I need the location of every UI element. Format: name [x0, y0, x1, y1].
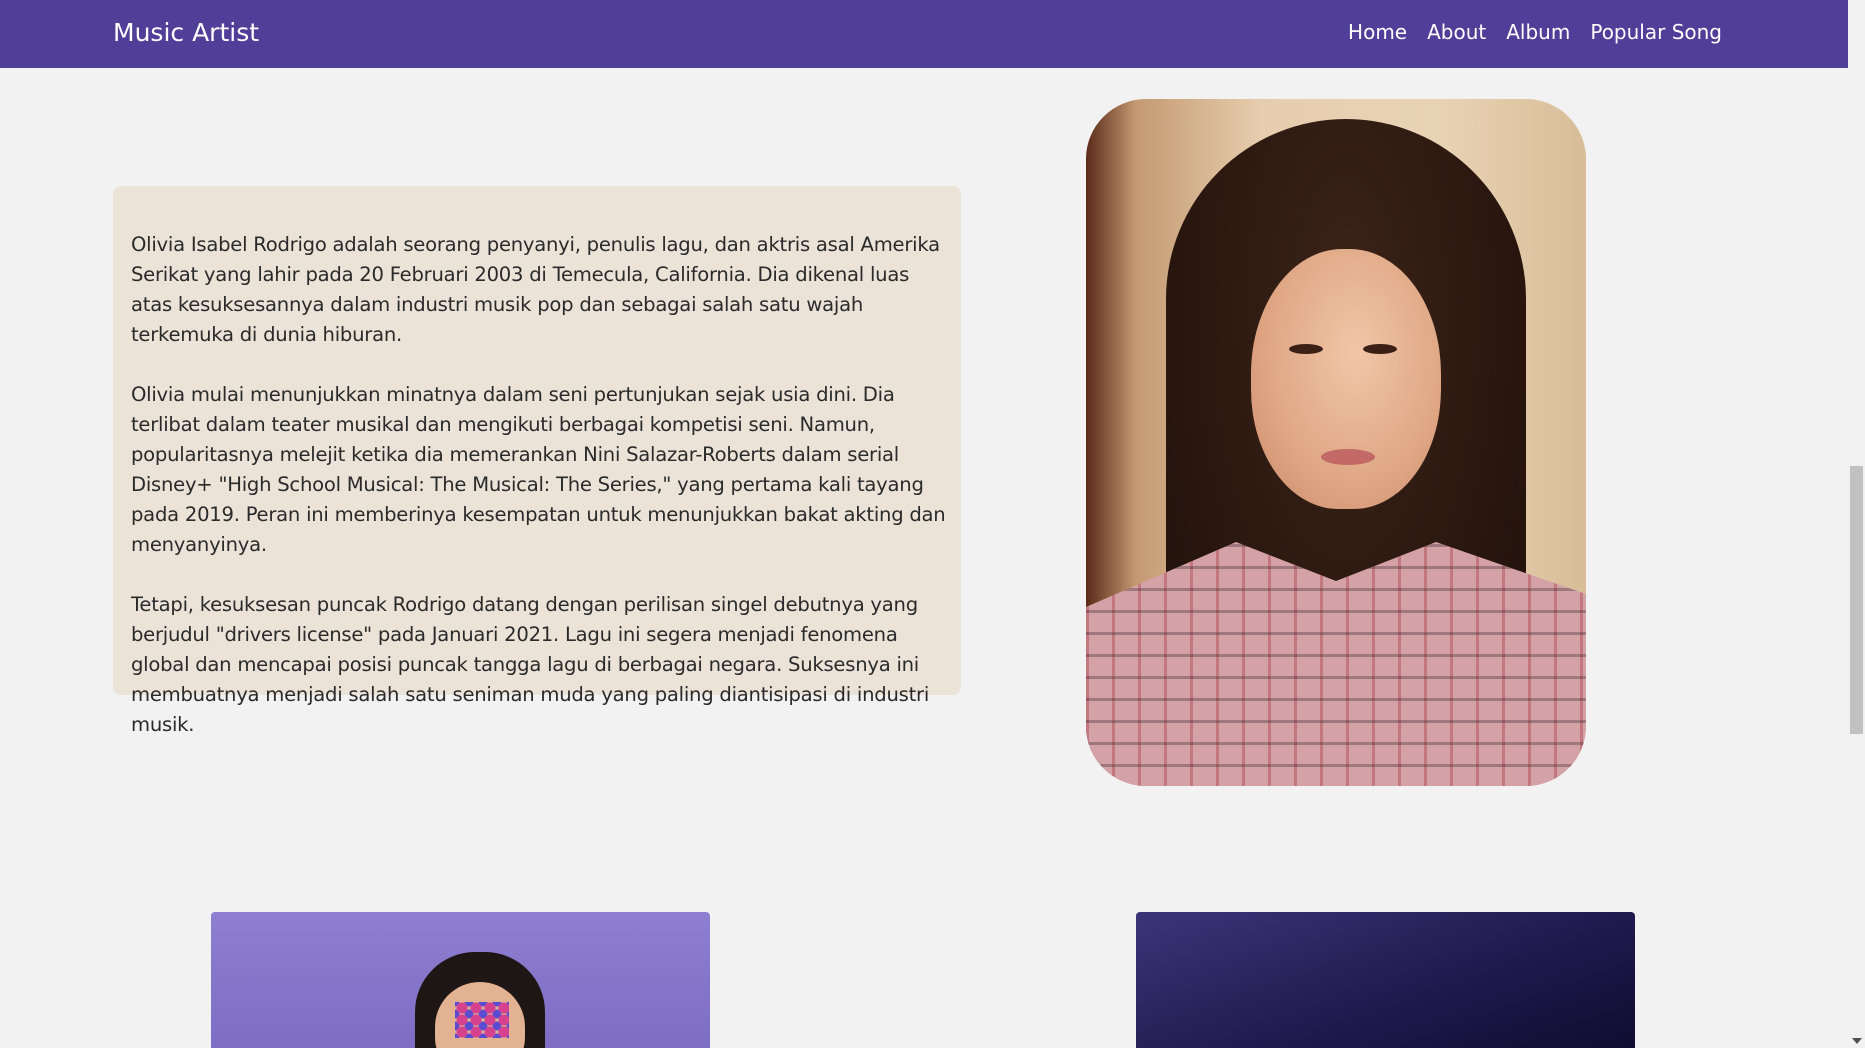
nav-link-popular-song[interactable]: Popular Song	[1590, 20, 1722, 44]
navbar: Music Artist Home About Album Popular So…	[0, 0, 1848, 68]
about-paragraph-1: Olivia Isabel Rodrigo adalah seorang pen…	[131, 233, 940, 346]
portrait-eye	[1363, 344, 1397, 354]
scroll-down-arrow-icon[interactable]	[1852, 1038, 1862, 1044]
nav-link-about[interactable]: About	[1427, 20, 1486, 44]
artist-portrait-image	[1086, 99, 1586, 786]
album-cover-face	[435, 982, 525, 1048]
about-text-card: Olivia Isabel Rodrigo adalah seorang pen…	[113, 186, 961, 736]
page-scrollbar[interactable]	[1848, 0, 1865, 1048]
portrait-face	[1251, 249, 1441, 509]
portrait-lips	[1321, 449, 1375, 465]
nav-links: Home About Album Popular Song	[1348, 20, 1722, 44]
about-paragraph-3: Tetapi, kesuksesan puncak Rodrigo datang…	[131, 593, 930, 736]
scrollbar-thumb[interactable]	[1850, 466, 1863, 734]
album-cover-figure	[415, 952, 545, 1048]
nav-link-home[interactable]: Home	[1348, 20, 1407, 44]
album-cover-sour[interactable]	[1136, 912, 1635, 1048]
portrait-eye	[1289, 344, 1323, 354]
brand-link[interactable]: Music Artist	[113, 18, 259, 47]
face-gems-decoration	[455, 1002, 509, 1038]
about-paragraph-2: Olivia mulai menunjukkan minatnya dalam …	[131, 383, 946, 556]
album-cover-guts[interactable]	[211, 912, 710, 1048]
nav-link-album[interactable]: Album	[1506, 20, 1570, 44]
